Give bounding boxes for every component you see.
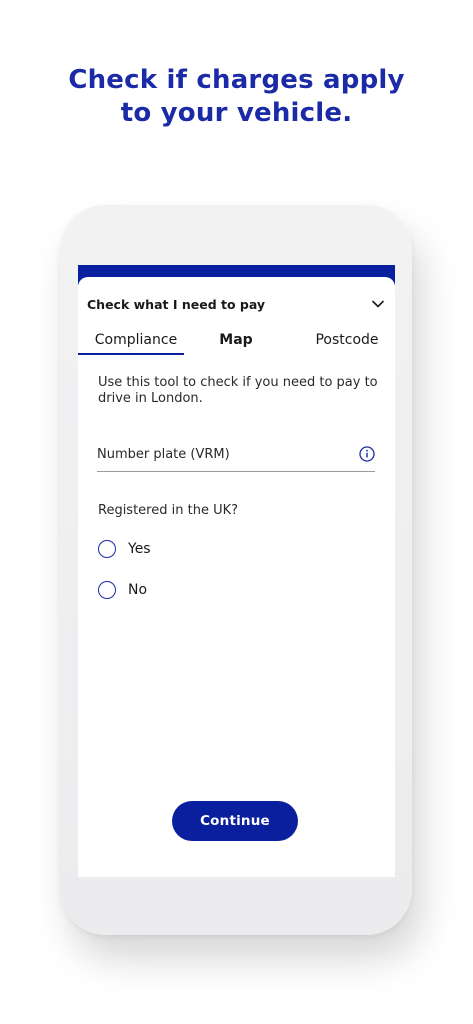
active-tab-indicator bbox=[78, 353, 184, 355]
vrm-field-label: Number plate (VRM) bbox=[97, 447, 230, 462]
tab-bar: Compliance Map Postcode bbox=[78, 323, 395, 359]
promo-headline: Check if charges apply to your vehicle. bbox=[0, 64, 473, 130]
radio-option-yes[interactable]: Yes bbox=[98, 537, 151, 561]
radio-button-yes[interactable] bbox=[98, 540, 116, 558]
sheet-title: Check what I need to pay bbox=[87, 296, 266, 312]
radio-button-no[interactable] bbox=[98, 581, 116, 599]
vrm-field[interactable]: Number plate (VRM) bbox=[97, 439, 375, 472]
phone-screen: Check what I need to pay Compliance Map … bbox=[78, 265, 395, 877]
radio-option-no[interactable]: No bbox=[98, 578, 147, 602]
promo-headline-line-2: to your vehicle. bbox=[120, 98, 353, 128]
phone-frame: Check what I need to pay Compliance Map … bbox=[60, 205, 412, 935]
tab-map[interactable]: Map bbox=[216, 329, 256, 355]
sheet-header[interactable]: Check what I need to pay bbox=[87, 277, 385, 323]
tab-postcode[interactable]: Postcode bbox=[306, 329, 388, 355]
registered-uk-question: Registered in the UK? bbox=[98, 503, 239, 518]
bottom-sheet: Check what I need to pay Compliance Map … bbox=[78, 277, 395, 877]
intro-text: Use this tool to check if you need to pa… bbox=[98, 375, 378, 406]
radio-label-no: No bbox=[128, 582, 148, 598]
app-store-screenshot: Check if charges apply to your vehicle. … bbox=[0, 0, 473, 1024]
promo-headline-line-1: Check if charges apply bbox=[68, 65, 405, 95]
continue-button[interactable]: Continue bbox=[172, 801, 298, 841]
radio-label-yes: Yes bbox=[128, 541, 151, 557]
chevron-down-icon[interactable] bbox=[371, 297, 385, 311]
tab-compliance[interactable]: Compliance bbox=[88, 329, 184, 355]
info-icon[interactable] bbox=[359, 446, 375, 462]
